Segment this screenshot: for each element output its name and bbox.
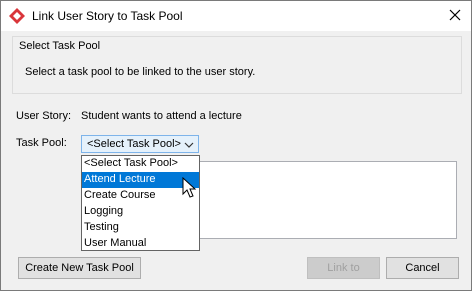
- task-pool-label: Task Pool:: [16, 137, 67, 149]
- dialog-window: Link User Story to Task Pool Select Task…: [0, 0, 472, 291]
- link-to-button[interactable]: Link to: [307, 257, 380, 279]
- task-pool-select[interactable]: <Select Task Pool>: [81, 135, 199, 153]
- group-description: Select a task pool to be linked to the u…: [25, 66, 256, 78]
- cancel-button[interactable]: Cancel: [386, 257, 459, 279]
- dropdown-option[interactable]: User Manual: [82, 236, 199, 252]
- dropdown-option[interactable]: <Select Task Pool>: [82, 156, 199, 172]
- title-bar: Link User Story to Task Pool: [1, 1, 471, 31]
- app-logo-icon: [9, 8, 25, 24]
- dropdown-option[interactable]: Testing: [82, 220, 199, 236]
- mouse-pointer-icon: [182, 177, 196, 198]
- task-pool-dropdown-list: <Select Task Pool> Attend Lecture Create…: [81, 155, 200, 251]
- user-story-value: Student wants to attend a lecture: [81, 110, 242, 122]
- close-icon[interactable]: [447, 7, 463, 23]
- user-story-label: User Story:: [16, 110, 72, 122]
- chevron-down-icon: [184, 142, 194, 148]
- dropdown-option[interactable]: Logging: [82, 204, 199, 220]
- select-task-pool-group: Select Task Pool Select a task pool to b…: [12, 36, 462, 94]
- create-new-task-pool-button[interactable]: Create New Task Pool: [18, 257, 141, 279]
- window-title: Link User Story to Task Pool: [32, 9, 183, 23]
- task-pool-selected-value: <Select Task Pool>: [87, 138, 181, 150]
- group-title: Select Task Pool: [19, 40, 101, 52]
